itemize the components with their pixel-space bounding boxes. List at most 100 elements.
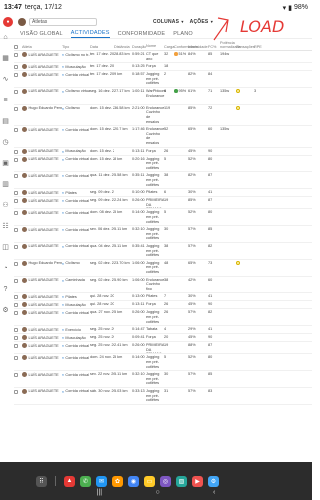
col-hr[interactable]: FC% (208, 45, 220, 49)
photos-icon[interactable]: ✿ (112, 475, 123, 487)
table-row[interactable]: LUÍS ARAGUETE◐Musculaçãoter. 17 dez. 202… (14, 63, 312, 72)
settings-icon[interactable]: ⚙ (2, 307, 8, 314)
row-name[interactable]: PRIMEIRA DA SEMANA (146, 343, 164, 353)
table-row[interactable]: LUÍS ARAGUETE ◐ Corrida virtual ter. 17 dez… (14, 71, 312, 88)
row-name[interactable]: Força (146, 149, 164, 154)
recents-icon[interactable]: ||| (97, 489, 102, 496)
row-checkbox[interactable] (14, 199, 18, 204)
tab-global[interactable]: VISÃO GLOBAL (20, 31, 63, 38)
tab-compliance[interactable]: CONFORMIDADE (118, 31, 166, 38)
row-name[interactable]: Endurance Cuzinho de ensaios (146, 106, 164, 124)
row-checkbox[interactable] (14, 278, 18, 283)
table-row[interactable]: LUÍS ARAGUETE ◐ Corrida virtual dom. 08 dez… (14, 209, 312, 227)
stats-icon[interactable]: ▥ (2, 181, 9, 188)
table-row[interactable]: LUÍS ARAGUETE ◐ Corrida virtual qua. 11 dez… (14, 172, 312, 190)
table-row[interactable]: LUÍS ARAGUETE ◐ Corrida virtual dom. 15 dez… (14, 126, 312, 148)
row-athlete[interactable]: LUÍS ARAGUETE (22, 148, 62, 154)
row-name[interactable]: Força (146, 64, 164, 69)
row-checkbox[interactable] (14, 389, 18, 394)
bell-icon[interactable]: ◔ (3, 265, 7, 272)
watch-icon[interactable]: ◷ (2, 139, 8, 146)
avatar[interactable] (18, 18, 26, 26)
row-name[interactable]: Jogging em pré-cotlêtes (146, 244, 164, 258)
row-athlete[interactable]: LUÍS ARAGUETE (22, 198, 62, 204)
row-checkbox[interactable] (14, 128, 18, 133)
chat-icon[interactable]: ◫ (2, 244, 9, 251)
select-all-checkbox[interactable] (14, 45, 18, 49)
row-athlete[interactable]: LUÍS ARAGUETE (22, 72, 62, 78)
table-row[interactable]: LUÍS ARAGUETE◐Musculaçãoqui. 28 nov. 202… (14, 301, 312, 310)
group-icon[interactable]: ⚇ (2, 202, 8, 209)
table-row[interactable]: LUÍS ARAGUETE ◐ Corrida virtual qua. 27 nov… (14, 309, 312, 327)
row-name[interactable]: Jogging em pré-cotlêtes (146, 210, 164, 224)
table-row[interactable]: LUÍS ARAGUETE ◐ Ciclismo virtual seg. 16 de… (14, 88, 312, 105)
row-athlete[interactable]: LUÍS ARAGUETE (22, 173, 62, 179)
apps-icon[interactable]: ⠿ (36, 475, 47, 487)
col-compliance[interactable]: Conformidade (174, 45, 198, 49)
camera-icon[interactable]: ◎ (160, 475, 171, 487)
row-name[interactable]: Pilates (146, 294, 164, 299)
row-athlete[interactable]: LUÍS ARAGUETE (22, 327, 62, 333)
col-load[interactable]: Carga (164, 45, 174, 49)
table-row[interactable]: LUÍS ARAGUETE ◐ Corrida virtual sáb. 30 nov… (14, 388, 312, 405)
row-checkbox[interactable] (14, 53, 18, 57)
tab-activities[interactable]: ACTIVIDADES (70, 30, 110, 38)
row-checkbox[interactable] (14, 89, 18, 94)
row-checkbox[interactable] (14, 261, 18, 266)
row-athlete[interactable]: LUÍS ARAGUETE (22, 355, 62, 361)
row-athlete[interactable]: LUÍS ARAGUETE (22, 88, 62, 94)
row-checkbox[interactable] (14, 303, 18, 308)
strava-icon[interactable]: ▲ (64, 475, 75, 487)
col-type[interactable]: Tipo (62, 45, 90, 49)
people-icon[interactable]: ☷ (2, 223, 8, 230)
row-checkbox[interactable] (14, 344, 18, 349)
table-row[interactable]: LUÍS ARAGUETE ◐ Corrida virtual dom. 24 nov… (14, 354, 312, 372)
row-athlete[interactable]: LUÍS ARAGUETE (22, 388, 62, 394)
help-icon[interactable]: ? (4, 286, 8, 293)
row-name[interactable]: PRIMEIRA DA SEMANA (146, 198, 164, 208)
table-row[interactable]: LUÍS ARAGUETE ◐ Corrida virtual dom. 15 dez… (14, 156, 312, 173)
row-athlete[interactable]: LUÍS ARAGUETE (22, 227, 62, 233)
row-name[interactable]: Jogging em pré-cotlêtes (146, 355, 164, 369)
row-athlete[interactable]: LUÍS ARAGUETE (22, 190, 62, 196)
row-checkbox[interactable] (14, 328, 18, 333)
table-row[interactable]: LUÍS ARAGUETE ◐ Corrida virtual sex. 22 nov… (14, 371, 312, 388)
col-feelings[interactable]: Sensações (236, 45, 255, 49)
row-athlete[interactable]: LUÍS ARAGUETE (22, 127, 62, 133)
table-row[interactable]: Hugo Eduardo Perna ◐ Ciclismo dom. 15 dez. … (14, 105, 312, 127)
plan-icon[interactable]: ▣ (2, 160, 9, 167)
col-distance[interactable]: Distância (114, 45, 132, 49)
col-power[interactable]: Potência normalizada (220, 41, 241, 49)
table-row[interactable]: LUÍS ARAGUETE◐Pilatesqui. 28 nov. 20240:… (14, 293, 312, 302)
list-icon[interactable]: ≡ (3, 97, 7, 104)
row-name[interactable]: Jogging em pré-cotlêtes (146, 72, 164, 86)
back-icon[interactable]: ‹ (213, 489, 215, 496)
home-icon[interactable]: ⌂ (3, 34, 7, 41)
row-checkbox[interactable] (14, 174, 18, 179)
row-athlete[interactable]: LUÍS ARAGUETE (22, 343, 62, 349)
row-checkbox[interactable] (14, 336, 18, 341)
row-athlete[interactable]: LUÍS ARAGUETE (22, 294, 62, 300)
row-athlete[interactable]: LUÍS ARAGUETE (22, 302, 62, 308)
row-checkbox[interactable] (14, 65, 18, 70)
col-rpe[interactable]: RPE (254, 45, 262, 49)
row-checkbox[interactable] (14, 73, 18, 78)
col-intensity[interactable]: Intensidade (188, 45, 208, 49)
grid-icon[interactable]: ▤ (2, 118, 9, 125)
table-row[interactable]: LUÍS ARAGUETE◐Pilatesseg. 09 dez. 20240:… (14, 189, 312, 198)
col-duration[interactable]: Duração (132, 45, 146, 49)
row-athlete[interactable]: LUÍS ARAGUETE (22, 64, 62, 70)
row-name[interactable]: Tabata (146, 327, 164, 332)
row-checkbox[interactable] (14, 157, 18, 162)
table-row[interactable]: LUÍS ARAGUETE ◐ Corrida virtual sex. 06 dez… (14, 226, 312, 243)
row-athlete[interactable]: LUÍS ARAGUETE (22, 210, 62, 216)
row-checkbox[interactable] (14, 373, 18, 378)
col-name[interactable]: Nome (146, 44, 164, 49)
phone-icon[interactable]: ✆ (80, 475, 91, 487)
table-row[interactable]: LUÍS ARAGUETE◐Exercícioseg. 25 nov. 2024… (14, 326, 312, 335)
row-athlete[interactable]: LUÍS ARAGUETE (22, 156, 62, 162)
row-athlete[interactable]: LUÍS ARAGUETE (22, 335, 62, 341)
row-name[interactable]: Força (146, 302, 164, 307)
table-row[interactable]: Hugo Eduardo Perna ◐ Ciclismo seg. 02 dez. … (14, 260, 312, 277)
row-name[interactable]: Jogging em pré-cotlêtes (146, 227, 164, 241)
